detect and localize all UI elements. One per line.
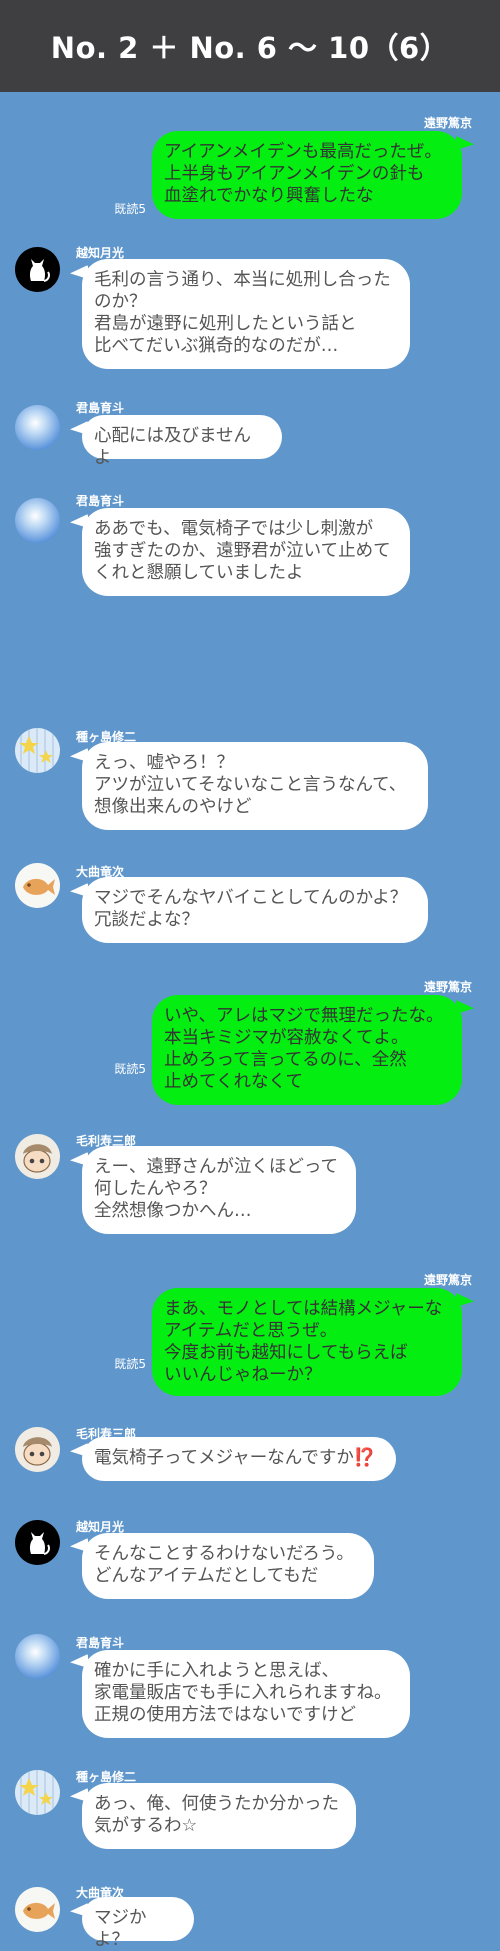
sender-name: 君島育斗: [76, 1636, 125, 1650]
sky-avatar-icon[interactable]: [15, 405, 60, 450]
message-bubble[interactable]: 心配には及びませんよ: [82, 415, 282, 468]
message-bubble[interactable]: いや、アレはマジで無理だったな。 本当キミジマが容赦なくてよ。 止めろって言って…: [152, 995, 462, 1105]
character-avatar-icon[interactable]: [15, 1427, 60, 1472]
sender-name: 君島育斗: [76, 494, 125, 508]
character-avatar-icon[interactable]: [15, 1134, 60, 1179]
sender-name: 君島育斗: [76, 401, 125, 415]
read-receipt: 既読5: [114, 1357, 146, 1371]
message-bubble[interactable]: えー、遠野さんが泣くほどって 何したんやろ？ 全然想像つかへん…: [82, 1146, 356, 1234]
message-bubble[interactable]: そんなことするわけないだろう。 どんなアイテムだとしてもだ: [82, 1533, 374, 1599]
message-bubble[interactable]: アイアンメイデンも最高だったぜ。 上半身もアイアンメイデンの針も 血塗れでかなり…: [152, 131, 462, 219]
message-bubble[interactable]: 確かに手に入れようと思えば、 家電量販店でも手に入れられますね。 正規の使用方法…: [82, 1650, 410, 1738]
message-bubble[interactable]: 毛利の言う通り、本当に処刑し合った のか？ 君島が遠野に処刑したという話と 比べ…: [82, 259, 410, 369]
chat-header: No. 2 ＋ No. 6 〜 10（6）: [0, 0, 500, 92]
sender-name: 遠野篤京: [423, 116, 472, 130]
stars-avatar-icon[interactable]: [15, 1770, 60, 1815]
taiyaki-avatar-icon[interactable]: [15, 863, 60, 908]
read-receipt: 既読5: [114, 202, 146, 216]
sky-avatar-icon[interactable]: [15, 498, 60, 543]
sender-name: 遠野篤京: [423, 980, 472, 994]
message-bubble[interactable]: えっ、嘘やろ！？ アツが泣いてそないなこと言うなんて、 想像出来んのやけど: [82, 742, 428, 830]
stars-avatar-icon[interactable]: [15, 728, 60, 773]
read-receipt: 既読5: [114, 1062, 146, 1076]
message-bubble[interactable]: マジかよ？: [82, 1897, 194, 1950]
taiyaki-avatar-icon[interactable]: [15, 1887, 60, 1932]
cat-avatar-icon[interactable]: [15, 247, 60, 292]
message-bubble[interactable]: あっ、俺、何使うたか分かった 気がするわ☆: [82, 1783, 356, 1849]
cat-avatar-icon[interactable]: [15, 1520, 60, 1565]
sender-name: 遠野篤京: [423, 1273, 472, 1287]
page-title: No. 2 ＋ No. 6 〜 10（6）: [50, 31, 450, 65]
sky-avatar-icon[interactable]: [15, 1634, 60, 1679]
message-bubble[interactable]: ああでも、電気椅子では少し刺激が 強すぎたのか、遠野君が泣いて止めて くれと懇願…: [82, 508, 410, 596]
message-bubble[interactable]: 電気椅子ってメジャーなんですか⁉️: [82, 1437, 396, 1481]
message-bubble[interactable]: まあ、モノとしては結構メジャーな アイテムだと思うぜ。 今度お前も越知にしてもら…: [152, 1288, 462, 1396]
message-bubble[interactable]: マジでそんなヤバイことしてんのかよ？ 冗談だよな？: [82, 877, 428, 943]
